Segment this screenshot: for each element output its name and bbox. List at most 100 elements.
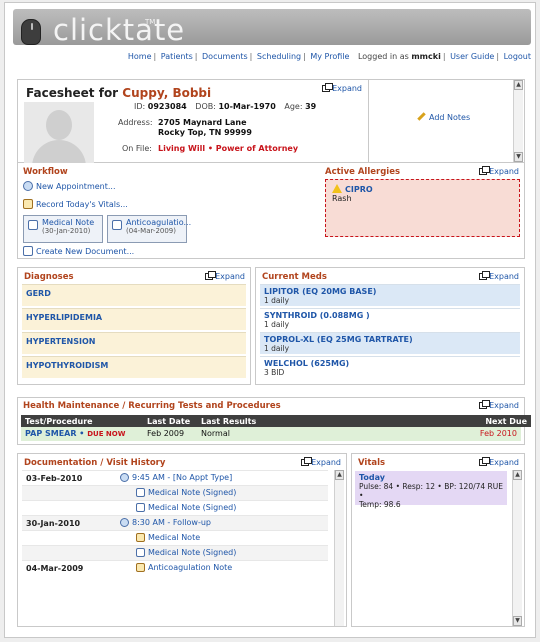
vitals-title: Vitals <box>358 458 386 468</box>
workflow-title: Workflow <box>23 167 68 177</box>
facesheet-expand-button[interactable]: Expand <box>322 83 362 93</box>
med-name: WELCHOL (625MG) <box>264 359 350 368</box>
med-sig: 1 daily <box>264 344 290 353</box>
add-notes-link[interactable]: Add Notes <box>417 112 471 122</box>
med-item[interactable]: LIPITOR (EQ 20MG BASE) 1 daily <box>260 284 520 306</box>
record-vitals-link[interactable]: Record Today's Vitals... <box>23 199 128 209</box>
diagnosis-item[interactable]: GERD <box>22 284 246 306</box>
last-result: Normal <box>201 429 230 438</box>
doc-item[interactable]: Medical Note (Signed) <box>136 488 236 497</box>
last-date: Feb 2009 <box>147 429 185 438</box>
vitals-today-label: Today <box>359 473 385 482</box>
med-name: TOPROL-XL (EQ 25MG TARTRATE) <box>264 335 413 344</box>
vitals-line1: Pulse: 84 • Resp: 12 • BP: 120/74 RUE • <box>359 482 503 500</box>
col-next-due: Next Due <box>485 417 527 426</box>
top-nav: Home | Patients | Documents | Scheduling | M… <box>127 52 531 61</box>
doc-row[interactable]: Medical Note <box>22 530 328 545</box>
med-item[interactable]: SYNTHROID (0.088MG ) 1 daily <box>260 308 520 330</box>
nav-scheduling-link[interactable]: Scheduling <box>257 52 301 61</box>
allergy-name[interactable]: CIPRO <box>332 184 373 194</box>
address-line1: 2705 Maynard Lane <box>158 118 247 127</box>
create-document-link[interactable]: Create New Document... <box>23 246 134 256</box>
diagnosis-item[interactable]: HYPERLIPIDEMIA <box>22 308 246 330</box>
nav-user-guide-link[interactable]: User Guide <box>450 52 494 61</box>
nav-my-profile-link[interactable]: My Profile <box>310 52 349 61</box>
power-of-attorney-link[interactable]: Power of Attorney <box>216 144 298 153</box>
med-sig: 1 daily <box>264 320 290 329</box>
health-maintenance-header-row: Test/Procedure Last Date Last Results Ne… <box>21 415 531 427</box>
doc-item[interactable]: 8:30 AM - Follow-up <box>120 518 211 527</box>
living-will-link[interactable]: Living Will <box>158 144 205 153</box>
facesheet-panel: Facesheet for Cuppy, Bobbi Expand ID: 09… <box>17 79 525 172</box>
card-date: (04-Mar-2009) <box>126 227 176 235</box>
expand-label: Expand <box>332 84 362 93</box>
on-file-label: On File: <box>122 144 152 153</box>
next-due: Feb 2010 <box>479 429 517 438</box>
dob-value: 10-Mar-1970 <box>218 102 276 111</box>
doc-row[interactable]: Medical Note (Signed) <box>22 485 328 500</box>
allergies-expand-button[interactable]: Expand <box>479 166 519 176</box>
doc-item[interactable]: Medical Note <box>136 533 200 542</box>
doc-row[interactable]: 03-Feb-2010 9:45 AM - [No Appt Type] <box>22 470 328 485</box>
doc-item[interactable]: 9:45 AM - [No Appt Type] <box>120 473 232 482</box>
new-appointment-link[interactable]: New Appointment... <box>23 181 116 191</box>
doc-row[interactable]: 30-Jan-2010 8:30 AM - Follow-up <box>22 515 328 530</box>
health-maintenance-row[interactable]: PAP SMEAR • DUE NOW Feb 2009 Normal Feb … <box>21 427 521 441</box>
health-maintenance-expand-button[interactable]: Expand <box>479 400 519 410</box>
med-item[interactable]: WELCHOL (625MG) 3 BID <box>260 356 520 378</box>
chart-icon <box>23 199 33 209</box>
documentation-scrollbar[interactable]: ▲ <box>334 470 344 626</box>
scroll-up-icon[interactable]: ▲ <box>514 80 523 90</box>
facesheet-title-prefix: Facesheet for <box>26 86 119 100</box>
diagnosis-item[interactable]: HYPERTENSION <box>22 332 246 354</box>
vitals-scrollbar[interactable]: ▲ ▼ <box>512 470 522 626</box>
facesheet-title: Facesheet for Cuppy, Bobbi <box>26 86 211 100</box>
med-item[interactable]: TOPROL-XL (EQ 25MG TARTRATE) 1 daily <box>260 332 520 354</box>
diagnosis-item[interactable]: HYPOTHYROIDISM <box>22 356 246 378</box>
card-title: Anticoagulatio... <box>126 218 192 227</box>
patient-avatar <box>24 102 94 172</box>
expand-icon <box>479 166 491 175</box>
doc-row[interactable]: Medical Note (Signed) <box>22 500 328 515</box>
doc-item[interactable]: Anticoagulation Note <box>136 563 232 572</box>
col-last-results: Last Results <box>201 417 257 426</box>
scroll-up-icon[interactable]: ▲ <box>335 470 344 480</box>
vitals-entry[interactable]: Today Pulse: 84 • Resp: 12 • BP: 120/74 … <box>355 471 507 509</box>
notes-scrollbar[interactable]: ▲ ▼ <box>513 80 523 162</box>
documentation-expand-button[interactable]: Expand <box>301 457 341 467</box>
card-date: (30-Jan-2010) <box>42 227 91 235</box>
doc-item[interactable]: Medical Note (Signed) <box>136 503 236 512</box>
clock-icon <box>23 181 33 191</box>
scroll-down-icon[interactable]: ▼ <box>514 152 523 162</box>
doc-row[interactable]: 04-Mar-2009 Anticoagulation Note <box>22 560 328 575</box>
doc-item[interactable]: Medical Note (Signed) <box>136 548 236 557</box>
documentation-panel: Documentation / Visit History Expand ▲ 0… <box>17 453 347 627</box>
nav-patients-link[interactable]: Patients <box>161 52 193 61</box>
scroll-down-icon[interactable]: ▼ <box>513 616 522 626</box>
appointment-icon <box>120 473 129 482</box>
appointment-icon <box>120 518 129 527</box>
nav-documents-link[interactable]: Documents <box>202 52 248 61</box>
diagnoses-panel: Diagnoses Expand GERD HYPERLIPIDEMIA HYP… <box>17 267 251 385</box>
add-notes-label: Add Notes <box>429 113 471 122</box>
header: clicktate TM Home | Patients | Documents | … <box>5 3 535 69</box>
anticoagulation-note-card[interactable]: Anticoagulatio... (04-Mar-2009) <box>107 215 192 243</box>
diagnoses-title: Diagnoses <box>24 272 74 282</box>
patient-id-row: ID: 0923084 DOB: 10-Mar-1970 Age: 39 <box>134 102 316 111</box>
med-name: LIPITOR (EQ 20MG BASE) <box>264 287 377 296</box>
nav-logout-link[interactable]: Logout <box>504 52 531 61</box>
doc-date: 03-Feb-2010 <box>26 474 83 483</box>
scroll-up-icon[interactable]: ▲ <box>513 470 522 480</box>
warning-icon <box>332 184 342 193</box>
diagnoses-expand-button[interactable]: Expand <box>205 271 245 281</box>
on-file-items: Living Will • Power of Attorney <box>158 144 299 153</box>
meds-expand-button[interactable]: Expand <box>479 271 519 281</box>
meds-title: Current Meds <box>262 272 327 282</box>
vitals-expand-button[interactable]: Expand <box>479 457 519 467</box>
doc-date: 30-Jan-2010 <box>26 519 81 528</box>
medical-note-card[interactable]: Medical Note (30-Jan-2010) <box>23 215 103 243</box>
age-label: Age: <box>284 102 303 111</box>
nav-home-link[interactable]: Home <box>128 52 152 61</box>
doc-row[interactable]: Medical Note (Signed) <box>22 545 328 560</box>
allergy-item: CIPRO Rash <box>325 179 520 237</box>
